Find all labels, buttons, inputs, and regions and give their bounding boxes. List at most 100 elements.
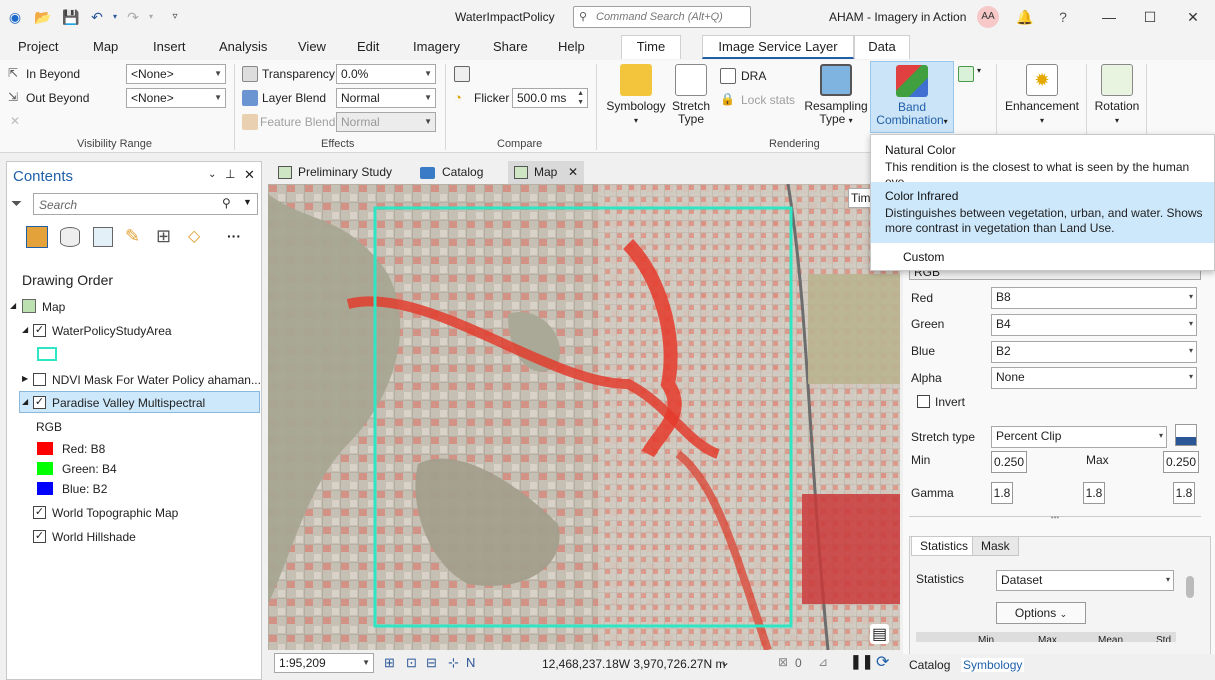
list-by-snapping-icon[interactable]: ⊞ — [156, 226, 171, 247]
gamma-red-input[interactable]: 1.8 — [991, 482, 1013, 504]
pause-icon[interactable]: ❚❚ — [850, 653, 873, 670]
tab-share[interactable]: Share — [493, 39, 528, 54]
study-area-checkbox[interactable]: ✓ — [33, 324, 46, 337]
tab-data[interactable]: Data — [854, 35, 910, 59]
undo-icon[interactable]: ↶ — [88, 8, 106, 26]
filter-icon[interactable]: ⊿ — [818, 655, 828, 669]
layer-hillshade[interactable]: World Hillshade — [52, 530, 136, 544]
splitter-handle[interactable]: ••• — [909, 514, 1201, 522]
save-icon[interactable]: 💾 — [62, 8, 80, 26]
redo-icon[interactable]: ↷ — [124, 8, 142, 26]
collapse-arrow-icon[interactable]: ▶ — [22, 374, 28, 383]
stretch-type-button[interactable]: Stretch Type — [670, 64, 712, 126]
layer-study-area[interactable]: WaterPolicyStudyArea — [52, 324, 172, 338]
tab-map-view[interactable]: Map ✕ — [508, 161, 584, 184]
pin-icon[interactable]: ⊥ — [225, 167, 235, 181]
swipe-icon[interactable] — [454, 66, 470, 82]
out-beyond-select[interactable]: <None> ▼ — [126, 88, 226, 108]
gamma-blue-input[interactable]: 1.8 — [1173, 482, 1195, 504]
more-options-icon[interactable]: ··· — [227, 228, 241, 244]
expand-arrow-icon[interactable]: ◢ — [22, 325, 28, 334]
histogram-icon[interactable] — [1175, 424, 1197, 446]
stretch-type-select[interactable]: Percent Clip ▾ — [991, 426, 1167, 448]
topo-checkbox[interactable]: ✓ — [33, 506, 46, 519]
list-by-drawing-order-icon[interactable] — [26, 226, 48, 248]
tab-statistics[interactable]: Statistics — [911, 536, 978, 556]
multispectral-checkbox[interactable]: ✓ — [33, 396, 46, 409]
zoom-extent-icon[interactable]: ⊡ — [406, 655, 417, 671]
invert-checkbox[interactable] — [917, 395, 930, 408]
layer-multispectral[interactable]: Paradise Valley Multispectral — [52, 396, 205, 410]
undo-dropdown-icon[interactable]: ▾ — [106, 8, 124, 26]
list-by-selection-icon[interactable] — [93, 227, 113, 247]
map-canvas[interactable] — [268, 184, 900, 650]
enhancement-button[interactable]: ✹ Enhancement ▾ — [1002, 64, 1082, 127]
tab-catalog[interactable]: Catalog — [416, 161, 504, 184]
symbology-button[interactable]: Symbology ▾ — [604, 64, 668, 127]
avatar[interactable]: AA — [977, 6, 999, 28]
list-by-editing-icon[interactable]: ✎ — [125, 226, 140, 247]
maximize-icon[interactable]: ☐ — [1141, 8, 1159, 26]
north-arrow-icon[interactable]: N — [466, 655, 475, 670]
chevron-down-icon[interactable]: ⌄ — [720, 655, 730, 669]
close-icon[interactable]: ✕ — [568, 161, 578, 184]
close-icon[interactable]: ✕ — [1184, 8, 1202, 26]
navigator-icon[interactable]: ▤ — [870, 624, 890, 644]
alpha-band-select[interactable]: None ▾ — [991, 367, 1197, 389]
transparency-input[interactable]: 0.0% ▼ — [336, 64, 436, 84]
band-combination-button[interactable]: Band Combination▾ — [870, 61, 954, 133]
options-button[interactable]: Options ⌄ — [996, 602, 1086, 624]
tab-view[interactable]: View — [298, 39, 326, 54]
resampling-type-button[interactable]: Resampling Type ▾ — [802, 64, 870, 127]
scrollbar-thumb[interactable] — [1186, 576, 1194, 598]
tab-mask[interactable]: Mask — [972, 536, 1019, 556]
snapping-icon[interactable]: ⊹ — [448, 655, 459, 671]
layer-topo[interactable]: World Topographic Map — [52, 506, 178, 520]
tab-preliminary-study[interactable]: Preliminary Study — [272, 161, 412, 184]
customize-toolbar-icon[interactable]: ▿ — [166, 8, 184, 26]
in-beyond-select[interactable]: <None> ▼ — [126, 64, 226, 84]
tab-edit[interactable]: Edit — [357, 39, 379, 54]
close-icon[interactable]: ✕ — [244, 167, 255, 183]
layer-blend-select[interactable]: Normal ▼ — [336, 88, 436, 108]
band-options-icon[interactable] — [958, 66, 974, 82]
filter-icon[interactable]: ⏷ — [11, 195, 22, 212]
tab-imagery[interactable]: Imagery — [413, 39, 460, 54]
tab-map[interactable]: Map — [93, 39, 118, 54]
redo-dropdown-icon[interactable]: ▾ — [142, 8, 160, 26]
green-band-select[interactable]: B4 ▾ — [991, 314, 1197, 336]
map-view[interactable]: Tim ▤ — [268, 184, 900, 650]
open-project-icon[interactable]: 📂 — [34, 8, 52, 26]
contents-search-input[interactable]: Search ⚲ ▼ — [33, 193, 258, 215]
tab-time[interactable]: Time — [621, 35, 681, 59]
dra-button[interactable]: DRA — [741, 69, 766, 83]
scale-select[interactable]: 1:95,209 ▼ — [274, 653, 374, 673]
blue-band-select[interactable]: B2 ▾ — [991, 341, 1197, 363]
rotation-button[interactable]: Rotation ▾ — [1090, 64, 1144, 127]
tab-help[interactable]: Help — [558, 39, 585, 54]
menu-item-custom[interactable]: Custom — [871, 250, 1214, 264]
command-search-input[interactable]: ⚲ Command Search (Alt+Q) — [573, 6, 751, 28]
tab-catalog-pane[interactable]: Catalog — [909, 658, 950, 672]
list-by-labeling-icon[interactable]: ◇ — [188, 226, 200, 246]
tab-analysis[interactable]: Analysis — [219, 39, 267, 54]
fixed-zoom-icon[interactable]: ⊞ — [384, 655, 395, 671]
expand-arrow-icon[interactable]: ◢ — [10, 301, 16, 310]
min-input[interactable]: 0.250 — [991, 451, 1027, 473]
expand-arrow-icon[interactable]: ◢ — [22, 397, 28, 406]
red-band-select[interactable]: B8 ▾ — [991, 287, 1197, 309]
minimize-icon[interactable]: — — [1100, 8, 1118, 26]
tab-symbology-pane[interactable]: Symbology — [961, 658, 1025, 672]
ndvi-mask-checkbox[interactable] — [33, 373, 46, 386]
chevron-down-icon[interactable]: ⌄ — [208, 169, 216, 180]
lock-stats-button[interactable]: Lock stats — [741, 93, 795, 107]
clear-range-icon[interactable]: ✕ — [10, 114, 26, 130]
statistics-select[interactable]: Dataset ▾ — [996, 570, 1174, 591]
gamma-green-input[interactable]: 1.8 — [1083, 482, 1105, 504]
tree-map[interactable]: Map — [42, 300, 65, 314]
tab-insert[interactable]: Insert — [153, 39, 186, 54]
grid-icon[interactable]: ⊟ — [426, 655, 437, 671]
tab-image-service-layer[interactable]: Image Service Layer — [702, 35, 854, 59]
notification-bell-icon[interactable]: 🔔 — [1016, 8, 1034, 26]
max-input[interactable]: 0.250 — [1163, 451, 1199, 473]
